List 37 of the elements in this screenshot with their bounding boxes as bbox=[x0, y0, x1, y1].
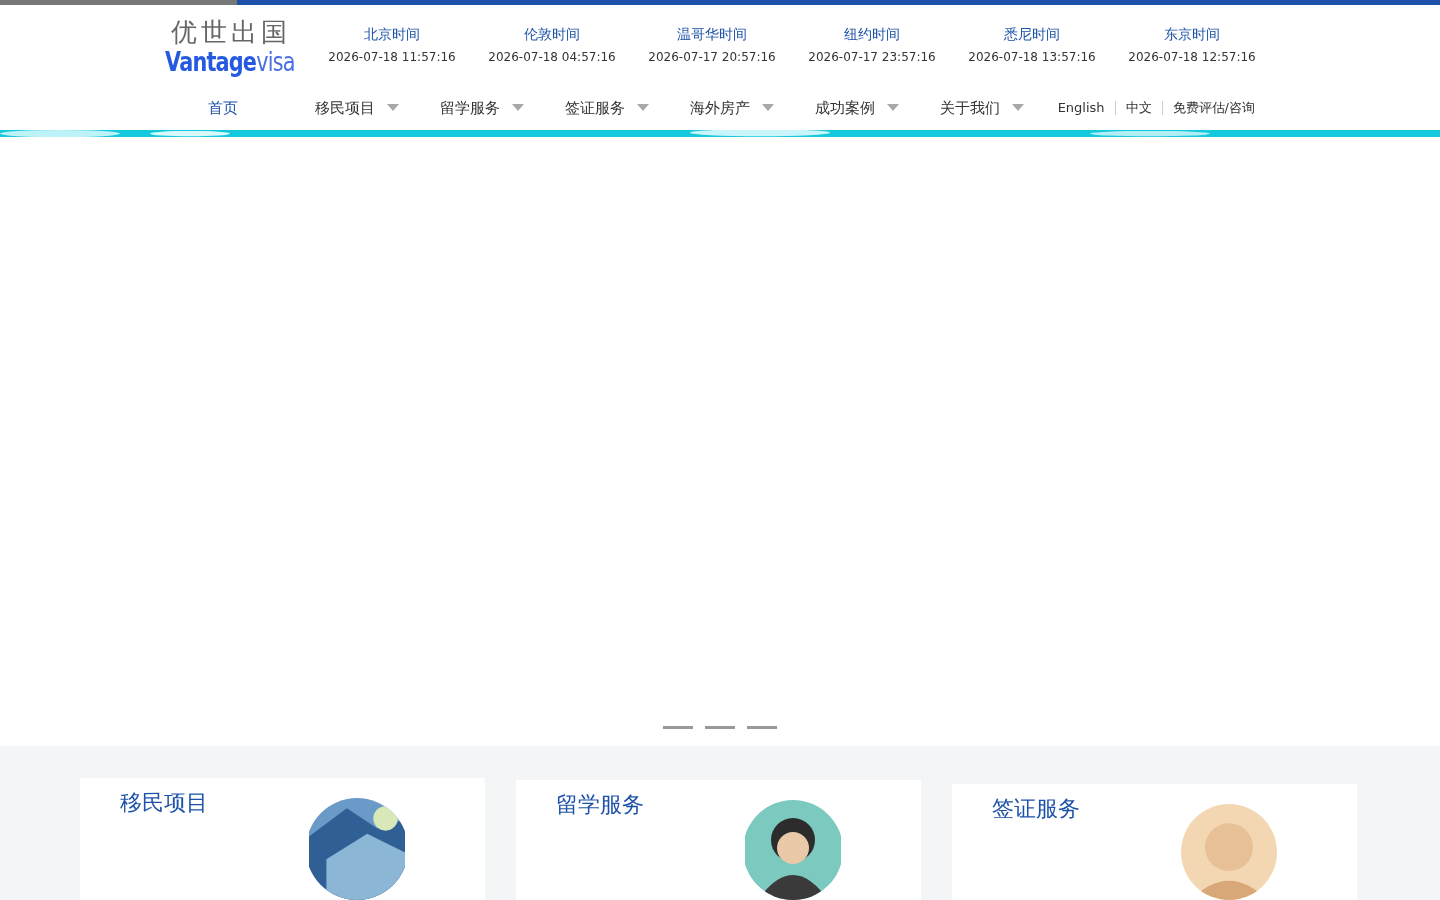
city-label: 伦敦时间 bbox=[524, 25, 580, 45]
city-label: 北京时间 bbox=[364, 25, 420, 45]
city-label: 纽约时间 bbox=[844, 25, 900, 45]
clock-time: 2026-07-17 20:57:16 bbox=[648, 49, 776, 67]
caret-icon[interactable] bbox=[887, 104, 899, 111]
card-title: 移民项目 bbox=[120, 792, 208, 814]
city-label: 悉尼时间 bbox=[1004, 25, 1060, 45]
caret-icon[interactable] bbox=[637, 104, 649, 111]
nav-link[interactable]: 签证服务 bbox=[565, 95, 625, 120]
service-card[interactable]: 移民项目 bbox=[80, 778, 485, 900]
nav-link[interactable]: 移民项目 bbox=[315, 95, 375, 120]
clock-time: 2026-07-18 11:57:16 bbox=[328, 49, 456, 67]
clock-time: 2026-07-18 13:57:16 bbox=[968, 49, 1096, 67]
clock-time: 2026-07-18 12:57:16 bbox=[1128, 49, 1256, 67]
caret-icon[interactable] bbox=[387, 104, 399, 111]
clock-time: 2026-07-17 23:57:16 bbox=[808, 49, 936, 67]
logo[interactable]: 优世出国 Vantagevisa bbox=[160, 13, 312, 78]
nav-link[interactable]: 关于我们 bbox=[940, 95, 1000, 120]
card-title: 留学服务 bbox=[556, 794, 644, 816]
nav-link[interactable]: 留学服务 bbox=[440, 95, 500, 120]
caret-icon[interactable] bbox=[512, 104, 524, 111]
clock-time: 2026-07-18 04:57:16 bbox=[488, 49, 616, 67]
caret-icon[interactable] bbox=[1012, 104, 1024, 111]
nav-link[interactable]: 首页 bbox=[207, 95, 238, 120]
nav-link[interactable]: 成功案例 bbox=[815, 95, 875, 120]
city-label: 温哥华时间 bbox=[677, 25, 747, 45]
card-title: 签证服务 bbox=[992, 798, 1080, 820]
header-link[interactable]: 免费评估/咨询 bbox=[1172, 97, 1255, 118]
logo-chinese-text: 优世出国 bbox=[171, 17, 291, 48]
header-link[interactable]: 中文 bbox=[1125, 97, 1152, 118]
header-link[interactable]: English bbox=[1057, 97, 1105, 118]
service-card[interactable]: 签证服务 bbox=[952, 784, 1357, 900]
caret-icon[interactable] bbox=[762, 104, 774, 111]
service-card[interactable]: 留学服务 bbox=[516, 780, 921, 900]
logo-brand-text: Vantagevisa bbox=[165, 47, 295, 78]
nav-link[interactable]: 海外房产 bbox=[690, 95, 750, 120]
city-label: 东京时间 bbox=[1164, 25, 1220, 45]
